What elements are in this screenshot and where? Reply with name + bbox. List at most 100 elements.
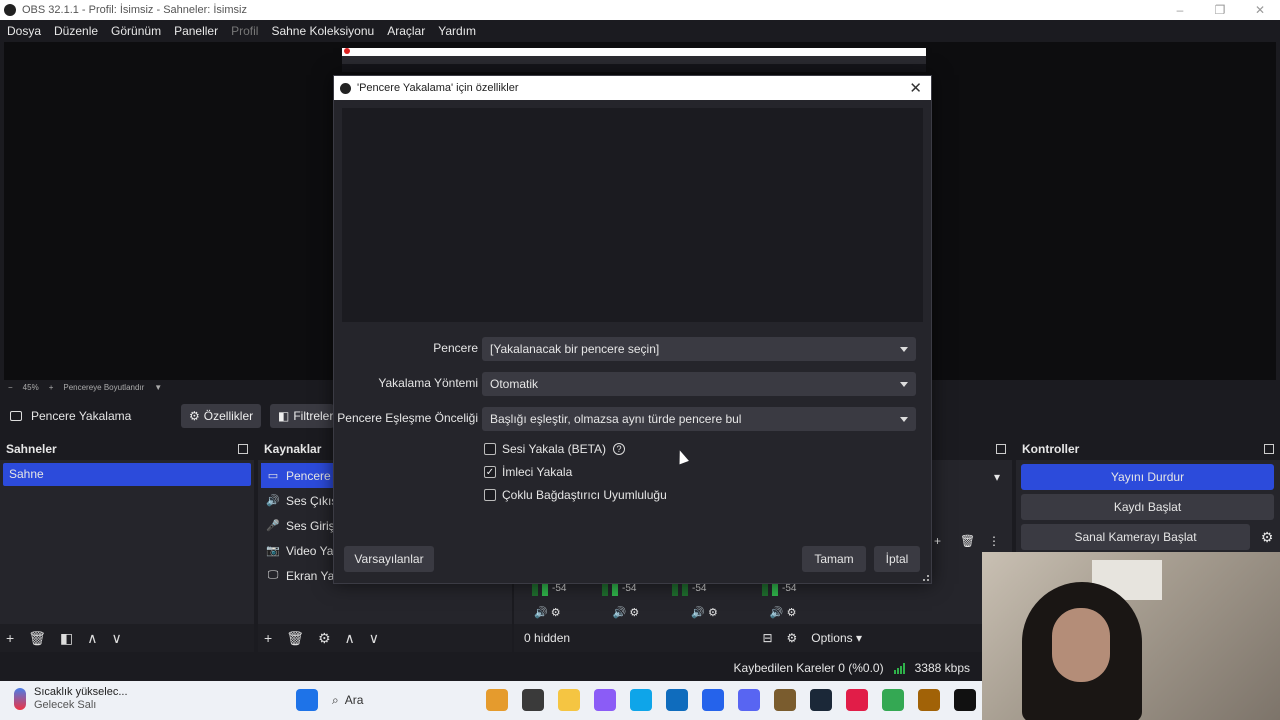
- mixer-buttons: 🔊 ⚙ 🔊 ⚙ 🔊 ⚙ 🔊 ⚙: [534, 606, 797, 619]
- thermometer-icon: [14, 688, 26, 710]
- capture-audio-checkbox[interactable]: [484, 443, 496, 455]
- move-down-icon[interactable]: ∨: [111, 630, 121, 647]
- capture-audio-label: Sesi Yakala (BETA): [502, 442, 607, 456]
- ok-button[interactable]: Tamam: [802, 546, 866, 572]
- more-icon[interactable]: ⋮: [988, 534, 1000, 548]
- taskbar-search[interactable]: ⌕ Ara: [332, 693, 472, 708]
- options-label: Options: [811, 631, 853, 645]
- start-virtual-camera-button[interactable]: Sanal Kamerayı Başlat: [1021, 524, 1250, 550]
- zoom-out-button[interactable]: −: [8, 383, 13, 392]
- db-label: -54: [692, 582, 707, 594]
- steam-icon[interactable]: [810, 689, 832, 711]
- menu-scene-collection[interactable]: Sahne Koleksiyonu: [271, 24, 374, 38]
- gear-icon: ⚙: [189, 409, 200, 423]
- speaker-icon[interactable]: 🔊 ⚙: [613, 606, 640, 619]
- speaker-icon[interactable]: 🔊 ⚙: [534, 606, 561, 619]
- filter-icon[interactable]: ◧: [60, 630, 73, 647]
- match-priority-select[interactable]: Başlığı eşleştir, olmazsa aynı türde pen…: [482, 407, 916, 431]
- capture-cursor-checkbox[interactable]: ✓: [484, 466, 496, 478]
- menu-tools[interactable]: Araçlar: [387, 24, 425, 38]
- trash-icon[interactable]: 🗑: [960, 534, 975, 548]
- properties-button[interactable]: ⚙ Özellikler: [181, 404, 262, 428]
- options-button[interactable]: Options ▾: [811, 631, 862, 645]
- cancel-button[interactable]: İptal: [874, 546, 920, 572]
- copilot-icon[interactable]: [594, 689, 616, 711]
- window-row: Pencere [Yakalanacak bir pencere seçin]: [334, 337, 933, 361]
- app-icon[interactable]: [846, 689, 868, 711]
- speaker-icon[interactable]: 🔊 ⚙: [691, 606, 718, 619]
- multi-adapter-row[interactable]: Çoklu Bağdaştırıcı Uyumluluğu: [484, 488, 667, 502]
- capture-method-select[interactable]: Otomatik: [482, 372, 916, 396]
- menu-edit[interactable]: Düzenle: [54, 24, 98, 38]
- game-icon[interactable]: [774, 689, 796, 711]
- taskbar-icons: ⌕ Ara: [296, 689, 976, 711]
- menu-file[interactable]: Dosya: [7, 24, 41, 38]
- gear-icon[interactable]: ⚙: [1254, 529, 1280, 546]
- store-icon[interactable]: [702, 689, 724, 711]
- search-label: Ara: [344, 693, 364, 707]
- layout-icon[interactable]: ⊟: [762, 631, 772, 645]
- outlook-icon[interactable]: [666, 689, 688, 711]
- obs-icon[interactable]: [954, 689, 976, 711]
- captured-screen-thumbnail: [342, 48, 926, 72]
- folder-icon[interactable]: [558, 689, 580, 711]
- fit-to-window-button[interactable]: Pencereye Boyutlandır: [63, 383, 144, 392]
- chevron-down-icon[interactable]: ▼: [154, 383, 162, 392]
- close-window-button[interactable]: ✕: [1240, 0, 1280, 20]
- capture-cursor-label: İmleci Yakala: [502, 465, 573, 479]
- zoom-in-button[interactable]: +: [49, 383, 54, 392]
- start-icon[interactable]: [296, 689, 318, 711]
- add-icon[interactable]: +: [264, 630, 272, 646]
- move-down-icon[interactable]: ∨: [369, 630, 379, 647]
- menu-help[interactable]: Yardım: [438, 24, 476, 38]
- task-view-icon[interactable]: [522, 689, 544, 711]
- weather-widget[interactable]: Sıcaklık yükselec... Gelecek Salı: [14, 686, 128, 712]
- defaults-button[interactable]: Varsayılanlar: [344, 546, 434, 572]
- capture-cursor-row[interactable]: ✓ İmleci Yakala: [484, 465, 572, 479]
- edge-icon[interactable]: [630, 689, 652, 711]
- trash-icon[interactable]: 🗑: [28, 630, 46, 647]
- scenes-header: Sahneler: [0, 438, 254, 460]
- advanced-audio-icon[interactable]: ⚙: [787, 631, 798, 645]
- add-icon[interactable]: +: [6, 630, 14, 646]
- float-dock-icon[interactable]: [238, 444, 248, 454]
- stop-stream-button[interactable]: Yayını Durdur: [1021, 464, 1274, 490]
- mixer-footer: 0 hidden ⊟ ⚙ Options ▾: [514, 624, 1012, 652]
- add-icon[interactable]: +: [934, 534, 941, 548]
- speaker-icon[interactable]: 🔊 ⚙: [770, 606, 797, 619]
- capture-audio-row[interactable]: Sesi Yakala (BETA) ?: [484, 442, 626, 456]
- menu-view[interactable]: Görünüm: [111, 24, 161, 38]
- chevron-down-icon[interactable]: ▾: [994, 470, 1000, 484]
- menu-docks[interactable]: Paneller: [174, 24, 218, 38]
- app-icon[interactable]: [918, 689, 940, 711]
- properties-label: Özellikler: [203, 409, 254, 423]
- move-up-icon[interactable]: ∧: [345, 630, 355, 647]
- filters-label: Filtreler: [293, 409, 334, 423]
- window-select-value: [Yakalanacak bir pencere seçin]: [490, 342, 660, 356]
- match-priority-row: Pencere Eşleşme Önceliği Başlığı eşleşti…: [334, 407, 933, 431]
- scene-item[interactable]: Sahne: [3, 463, 251, 486]
- app-icon[interactable]: [486, 689, 508, 711]
- discord-icon[interactable]: [738, 689, 760, 711]
- multi-adapter-label: Çoklu Bağdaştırıcı Uyumluluğu: [502, 488, 667, 502]
- hidden-count: 0 hidden: [524, 631, 571, 645]
- minimize-button[interactable]: –: [1160, 0, 1200, 20]
- move-up-icon[interactable]: ∧: [87, 630, 97, 647]
- sources-footer: + 🗑 ⚙ ∧ ∨: [258, 624, 512, 652]
- filters-button[interactable]: ◧ Filtreler: [270, 404, 334, 428]
- multi-adapter-checkbox[interactable]: [484, 489, 496, 501]
- chrome-icon[interactable]: [882, 689, 904, 711]
- window-select[interactable]: [Yakalanacak bir pencere seçin]: [482, 337, 916, 361]
- start-recording-button[interactable]: Kaydı Başlat: [1021, 494, 1274, 520]
- db-label: -54: [782, 582, 797, 594]
- close-icon[interactable]: ✕: [909, 79, 922, 97]
- resize-grip-icon[interactable]: [923, 575, 929, 581]
- help-icon[interactable]: ?: [613, 443, 626, 455]
- trash-icon[interactable]: 🗑: [286, 630, 304, 647]
- match-priority-value: Başlığı eşleştir, olmazsa aynı türde pen…: [490, 412, 742, 426]
- maximize-button[interactable]: ❐: [1200, 0, 1240, 20]
- menu-profile[interactable]: Profil: [231, 24, 258, 38]
- gear-icon[interactable]: ⚙: [318, 630, 331, 647]
- float-dock-icon[interactable]: [1264, 444, 1274, 454]
- float-dock-icon[interactable]: [996, 444, 1006, 454]
